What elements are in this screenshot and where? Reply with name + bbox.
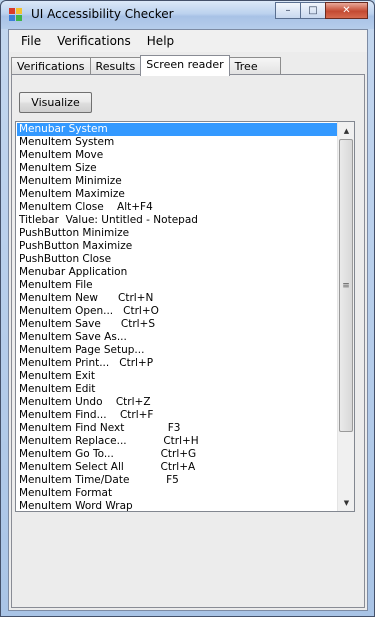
menu-help[interactable]: Help <box>139 31 182 51</box>
minimize-button[interactable]: – <box>275 2 301 19</box>
list-item[interactable]: PushButton Minimize <box>17 227 337 240</box>
menu-bar: File Verifications Help <box>9 30 367 52</box>
list-item[interactable]: MenuItem Go To... Ctrl+G <box>17 448 337 461</box>
title-bar[interactable]: UI Accessibility Checker – □ ✕ <box>1 1 374 29</box>
list-items: Menubar System MenuItem System MenuItem Mo… <box>17 123 337 511</box>
list-item[interactable]: Titlebar Value: Untitled - Notepad <box>17 214 337 227</box>
tab-screen-reader[interactable]: Screen reader <box>140 55 230 76</box>
scroll-thumb[interactable]: ≡ <box>339 139 353 432</box>
screen-reader-listbox[interactable]: Menubar System MenuItem System MenuItem Mo… <box>15 121 355 512</box>
list-item[interactable]: MenuItem Exit <box>17 370 337 383</box>
list-item[interactable]: MenuItem Find Next F3 <box>17 422 337 435</box>
client-area: File Verifications Help Verifications Re… <box>8 29 368 611</box>
list-item[interactable]: MenuItem Save As... <box>17 331 337 344</box>
list-item[interactable]: Menubar Application <box>17 266 337 279</box>
app-icon <box>9 8 23 22</box>
screen-reader-panel: Visualize Menubar System MenuItem System M… <box>11 74 365 608</box>
list-item[interactable]: MenuItem Page Setup... <box>17 344 337 357</box>
list-item[interactable]: MenuItem System <box>17 136 337 149</box>
list-item[interactable]: MenuItem Select All Ctrl+A <box>17 461 337 474</box>
vertical-scrollbar[interactable]: ▲ ≡ ▼ <box>337 122 354 511</box>
window-title: UI Accessibility Checker <box>31 7 174 21</box>
list-item[interactable]: PushButton Maximize <box>17 240 337 253</box>
close-button[interactable]: ✕ <box>325 2 368 19</box>
scroll-up-arrow-icon[interactable]: ▲ <box>338 122 354 139</box>
list-item[interactable]: MenuItem Maximize <box>17 188 337 201</box>
list-item[interactable]: MenuItem Replace... Ctrl+H <box>17 435 337 448</box>
menu-file[interactable]: File <box>13 31 49 51</box>
list-item[interactable]: MenuItem Undo Ctrl+Z <box>17 396 337 409</box>
app-window: UI Accessibility Checker – □ ✕ File Veri… <box>0 0 375 617</box>
list-item[interactable]: MenuItem Move <box>17 149 337 162</box>
list-item[interactable]: PushButton Close <box>17 253 337 266</box>
list-item[interactable]: MenuItem Size <box>17 162 337 175</box>
list-item[interactable]: Menubar System <box>17 123 337 136</box>
menu-verifications[interactable]: Verifications <box>49 31 139 51</box>
list-item[interactable]: MenuItem File <box>17 279 337 292</box>
list-item[interactable]: MenuItem Print... Ctrl+P <box>17 357 337 370</box>
list-item[interactable]: MenuItem Edit <box>17 383 337 396</box>
grip-icon: ≡ <box>342 280 350 291</box>
scroll-down-arrow-icon[interactable]: ▼ <box>338 494 354 511</box>
list-item[interactable]: MenuItem Open... Ctrl+O <box>17 305 337 318</box>
list-item[interactable]: MenuItem Minimize <box>17 175 337 188</box>
list-item[interactable]: MenuItem Word Wrap <box>17 500 337 511</box>
list-item[interactable]: MenuItem Time/Date F5 <box>17 474 337 487</box>
tab-strip: Verifications Results Screen reader Tree <box>11 55 281 76</box>
list-item[interactable]: MenuItem Format <box>17 487 337 500</box>
list-item[interactable]: MenuItem Save Ctrl+S <box>17 318 337 331</box>
list-item[interactable]: MenuItem Close Alt+F4 <box>17 201 337 214</box>
list-item[interactable]: MenuItem New Ctrl+N <box>17 292 337 305</box>
visualize-button[interactable]: Visualize <box>19 92 92 113</box>
maximize-button[interactable]: □ <box>300 2 326 19</box>
caption-buttons: – □ ✕ <box>275 2 368 19</box>
list-item[interactable]: MenuItem Find... Ctrl+F <box>17 409 337 422</box>
